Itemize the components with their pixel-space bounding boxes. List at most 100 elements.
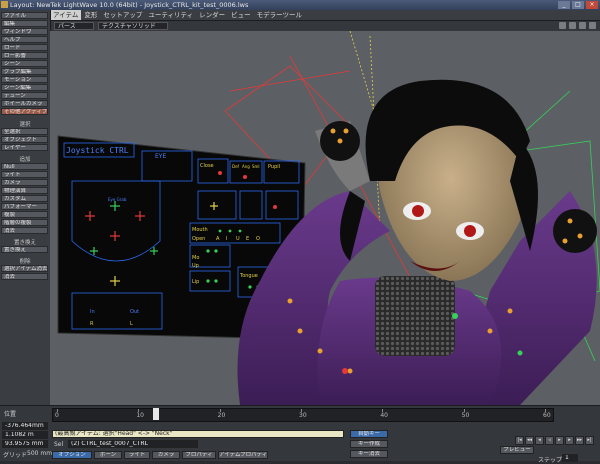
rotate-view-icon[interactable] [569,22,576,29]
next-key-icon[interactable]: ▸▸ [575,436,584,445]
preview-button[interactable]: プレビュー [500,446,534,454]
left-btn-graph-editor[interactable]: グラフ編集 [1,68,48,75]
z-position-field[interactable]: 93.9575 mm [2,440,48,448]
left-btn-other-active[interactable]: その他アクティブ [1,108,48,115]
3d-viewport[interactable]: Joystick CTRL EYE Close Def Ang Sml Pupi… [50,31,600,405]
position-label: 位置 [4,411,17,418]
timeline-panel: 0 10 20 30 40 50 60 位置 -376.464mm 1.1082 m 93.… [0,405,600,464]
options-button[interactable]: オプション [52,451,92,459]
left-btn-null[interactable]: Null [1,163,48,170]
ruler-number: 50 [461,412,470,419]
maximize-view-icon[interactable] [589,22,596,29]
panel-label-i: I [226,236,227,242]
panel-label-up: Up [192,263,199,269]
cameras-button[interactable]: カメラ [152,451,180,459]
menu-tab-view[interactable]: ビュー [228,10,254,20]
lights-button[interactable]: ライト [124,451,150,459]
left-btn-clone[interactable]: 複製 [1,211,48,218]
panel-label-a: A [216,236,220,242]
left-btn-scene-editor[interactable]: シーン編集 [1,84,48,91]
panel-label-sml: Sml [252,164,260,169]
play-reverse-icon[interactable]: ◃ [545,436,554,445]
ruler-number: 20 [217,412,226,419]
panel-label-def: Def [232,164,240,169]
left-btn-clone-hierarchy[interactable]: 階層の複製 [1,219,48,226]
panel-label-tongue: Tongue [239,273,258,279]
window-title: Layout: NewTek LightWave 10.0 (64bit) - … [10,1,249,9]
first-frame-icon[interactable]: |◂ [515,436,524,445]
left-btn-physics[interactable]: 物理演算 [1,187,48,194]
current-item-dropdown[interactable]: (2) CTRL_test_0007_CTRL [68,440,198,448]
close-button[interactable]: × [586,1,598,9]
left-btn-wheel-camera[interactable]: ホイールカメラ [1,100,48,107]
shading-dropdown[interactable]: テクスチャソリッド [98,22,168,30]
last-frame-icon[interactable]: ▸| [585,436,594,445]
auto-key-button[interactable]: 自動キー [350,430,388,438]
left-btn-help[interactable]: ヘルプ [1,36,48,43]
panel-label-mouth: Mouth [192,227,208,233]
left-btn-light[interactable]: ライト [1,171,48,178]
left-btn-file[interactable]: ファイル [1,12,48,19]
menu-tabs: アイテム 変形 セットアップ ユーティリティ レンダー ビュー モデラーツール [50,10,305,20]
grid-value: 500 mm [27,450,53,457]
left-btn-scene[interactable]: シーン [1,60,48,67]
item-properties-button[interactable]: アイテムプロパティ [218,451,268,459]
move-view-icon[interactable] [559,22,566,29]
x-value: -376.464mm [5,422,44,429]
menu-tab-render[interactable]: レンダー [196,10,228,20]
ruler-number: 60 [543,412,551,419]
left-toolbar: ファイル 編集 ウィンドウ ヘルプ ロード ロー影響 シーン グラフ編集 モーシ… [0,10,51,405]
panel-label-in: In [90,309,95,315]
menu-tab-modify[interactable]: 変形 [81,10,100,20]
create-key-button[interactable]: キー作成 [350,440,388,448]
left-btn-load[interactable]: ロード [1,44,48,51]
viewport-icons [559,22,596,29]
y-position-field[interactable]: 1.1082 m [2,431,48,439]
left-btn-custom[interactable]: カスタム [1,195,48,202]
prev-frame-icon[interactable]: ◂ [535,436,544,445]
menu-tab-setup[interactable]: セットアップ [100,10,145,20]
left-btn-edit[interactable]: 編集 [1,20,48,27]
menu-tab-modeler-tools[interactable]: モデラーツール [254,10,305,20]
left-btn-camera[interactable]: カメラ [1,179,48,186]
x-position-field[interactable]: -376.464mm [2,422,48,430]
left-btn-performer[interactable]: パフォーマー [1,203,48,210]
z-value: 93.9575 mm [5,440,44,447]
section-header-add: 追加 [19,157,31,163]
left-btn-window[interactable]: ウィンドウ [1,28,48,35]
bones-button[interactable]: ボーン [94,451,122,459]
left-btn-influence[interactable]: ロー影響 [1,52,48,59]
panel-label-pupil: Pupil [268,164,280,170]
play-icon[interactable]: ▸ [555,436,564,445]
zoom-view-icon[interactable] [579,22,586,29]
minimize-button[interactable]: _ [558,1,570,9]
view-mode-dropdown[interactable]: パース [54,22,94,30]
left-btn-delete[interactable]: 消去 [1,227,48,234]
step-field[interactable]: 1 [562,454,578,462]
prev-key-icon[interactable]: ◂◂ [525,436,534,445]
frame-slider[interactable]: 0 10 20 30 40 50 60 [52,408,554,422]
grid-label: グリッド [3,452,28,459]
panel-label-r: R [90,321,94,327]
panel-label-e: E [246,236,249,242]
next-frame-icon[interactable]: ▸ [565,436,574,445]
left-btn-select-all[interactable]: 全選択 [1,128,48,135]
left-btn-replace[interactable]: 置き換え [1,246,48,253]
maximize-button[interactable]: □ [572,1,584,9]
left-btn-layer[interactable]: レイヤー [1,144,48,151]
ruler-number: 30 [299,412,307,419]
menu-tab-utilities[interactable]: ユーティリティ [145,10,196,20]
left-btn-dune[interactable]: デューン [1,92,48,99]
status-message: (最高親アイテム: 選択"Head" <-> "Neck" [52,430,344,438]
left-btn-motion[interactable]: モーション [1,76,48,83]
left-btn-clear-selected[interactable]: 選択アイテム消去 [1,265,48,272]
section-header-delete: 削除 [19,259,31,265]
properties-button[interactable]: プロパティ [182,451,216,459]
playhead-handle[interactable] [153,408,159,420]
left-btn-clear[interactable]: 消去 [1,273,48,280]
panel-label-mo: Mo [192,255,199,261]
delete-key-button[interactable]: キー消去 [350,450,388,458]
menu-tab-item[interactable]: アイテム [50,10,82,20]
left-btn-object[interactable]: オブジェクト [1,136,48,143]
section-header-replace: 置き換え [13,240,36,246]
